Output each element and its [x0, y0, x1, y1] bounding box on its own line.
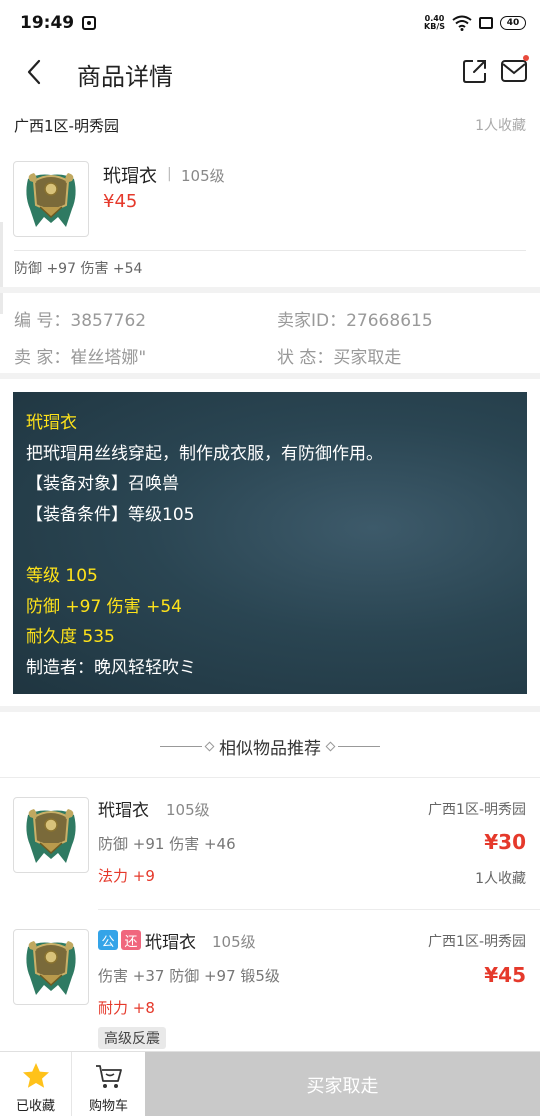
desc-line: 等级 105	[26, 565, 98, 586]
notification-app-icon	[82, 16, 97, 30]
status-time: 19:49	[20, 13, 75, 33]
rec-item-name: 玳瑁衣	[98, 801, 149, 821]
desc-line: 耐久度 535	[26, 627, 115, 648]
cart-label: 购物车	[88, 1099, 128, 1114]
favorite-count: 1人收藏	[475, 118, 526, 134]
item-level: 105级	[181, 167, 225, 185]
rec-item-price: ¥45	[484, 963, 526, 987]
recommendations-header: 相似物品推荐	[0, 733, 540, 759]
rec-item-extra: 耐力 +8	[98, 999, 155, 1017]
desc-line: 把玳瑁用丝线穿起，制作成衣服，有防御作用。	[26, 443, 383, 464]
status-indicators: 0.40 KB/S 40	[424, 15, 526, 31]
rec-item-image	[13, 929, 89, 1005]
desc-line: 【装备条件】等级105	[26, 504, 195, 525]
server-name: 广西1区-明秀园	[14, 116, 119, 135]
status: 状 态：买家取走	[277, 343, 401, 368]
item-id-value: 3857762	[70, 311, 147, 331]
header-line-right	[338, 745, 380, 747]
divider	[14, 250, 526, 251]
item-stats: 防御 +97 伤害 +54	[14, 261, 143, 277]
item-image[interactable]	[13, 161, 89, 237]
rec-item-server: 广西1区-明秀园	[428, 802, 526, 818]
return-tag: 还	[121, 930, 141, 950]
item-description-panel: 玳瑁衣 把玳瑁用丝线穿起，制作成衣服，有防御作用。 【装备对象】召唤兽 【装备条…	[13, 392, 527, 694]
divider	[98, 909, 540, 910]
favorite-button[interactable]: 已收藏	[0, 1052, 72, 1116]
seller-id: 卖家ID：27668615	[277, 306, 433, 331]
status-value: 买家取走	[333, 348, 402, 368]
desc-line: 【装备对象】召唤兽	[26, 474, 179, 495]
desc-line: 防御 +97 伤害 +54	[26, 596, 182, 617]
info-row-2: 卖 家：崔丝塔娜" 状 态：买家取走	[14, 343, 526, 371]
network-speed: 0.40 KB/S	[424, 15, 445, 31]
desc-line: 玳瑁衣	[26, 413, 77, 433]
header-line-left	[160, 745, 202, 747]
info-row-1: 编 号：3857762 卖家ID：27668615	[14, 306, 526, 334]
seller-id-value: 27668615	[346, 311, 433, 331]
recommendations-title: 相似物品推荐	[219, 738, 321, 759]
public-tag: 公	[98, 930, 118, 950]
cart-button[interactable]: 购物车	[72, 1052, 145, 1116]
name-separator: |	[167, 166, 172, 182]
server-row: 广西1区-明秀园 1人收藏	[14, 110, 526, 140]
nav-bar: 商品详情	[0, 46, 540, 100]
rec-item-stats: 防御 +91 伤害 +46	[98, 835, 236, 853]
wifi-icon	[452, 15, 472, 31]
star-icon	[22, 1063, 49, 1088]
message-icon[interactable]	[500, 58, 528, 84]
desc-line	[26, 530, 514, 561]
screen-rotate-icon	[479, 17, 493, 29]
network-speed-unit: KB/S	[424, 22, 445, 31]
diamond-icon	[325, 741, 336, 751]
item-id: 编 号：3857762	[14, 306, 146, 331]
seller-id-label: 卖家ID：	[277, 311, 347, 331]
status-bar: 19:49 0.40 KB/S 40	[0, 0, 540, 46]
rec-item-level: 105级	[212, 933, 256, 951]
armor-icon	[26, 941, 76, 995]
buyer-collected-button[interactable]: 买家取走	[145, 1052, 540, 1116]
rec-item-name: 玳瑁衣	[145, 933, 196, 953]
battery-icon: 40	[500, 16, 526, 30]
item-price: ¥45	[103, 191, 138, 212]
rec-item-extra: 法力 +9	[98, 867, 155, 885]
rec-item-price: ¥30	[484, 830, 526, 854]
armor-icon	[26, 809, 76, 863]
seller: 卖 家：崔丝塔娜"	[14, 343, 146, 368]
item-name: 玳瑁衣	[103, 166, 157, 187]
status-label: 状 态：	[277, 348, 334, 368]
rec-item-level: 105级	[166, 801, 210, 819]
unread-dot	[523, 55, 529, 61]
rec-item-favorites: 1人收藏	[475, 871, 526, 887]
section-gap	[0, 287, 540, 293]
item-id-label: 编 号：	[14, 311, 71, 331]
divider	[0, 777, 540, 778]
rec-item-server: 广西1区-明秀园	[428, 934, 526, 950]
back-arrow-icon[interactable]	[22, 58, 50, 86]
diamond-icon	[204, 741, 215, 751]
edge-handle	[0, 222, 3, 314]
bottom-action-bar: 已收藏 购物车 买家取走	[0, 1051, 540, 1116]
seller-label: 卖 家：	[14, 348, 71, 368]
favorite-label: 已收藏	[15, 1099, 55, 1114]
cart-icon	[95, 1065, 122, 1088]
rec-item-image	[13, 797, 89, 873]
skill-badge: 高级反震	[98, 1027, 166, 1049]
seller-value: 崔丝塔娜"	[70, 348, 147, 368]
section-gap	[0, 373, 540, 379]
rec-item-stats: 伤害 +37 防御 +97 锻5级	[98, 967, 280, 985]
page-title: 商品详情	[77, 63, 173, 91]
section-gap	[0, 706, 540, 712]
share-icon[interactable]	[462, 58, 488, 84]
desc-line: 制造者：晚风轻轻吹ミ	[26, 657, 196, 678]
armor-icon	[26, 173, 76, 227]
